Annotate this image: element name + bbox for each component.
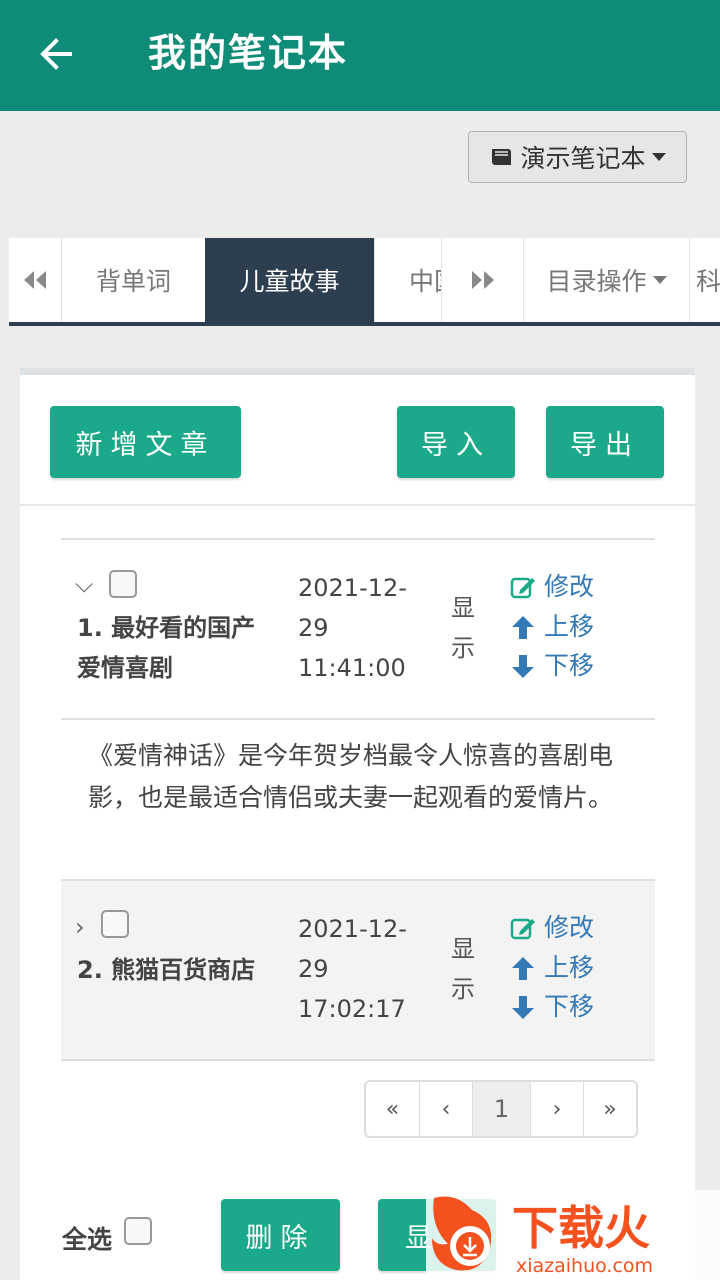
- tab-directory-actions[interactable]: 目录操作: [523, 238, 689, 322]
- new-article-button[interactable]: 新增文章: [50, 406, 241, 478]
- chevron-down-icon: [651, 153, 666, 161]
- move-up-link[interactable]: 上移: [510, 948, 594, 988]
- page-title: 我的笔记本: [148, 31, 349, 75]
- current-page[interactable]: 1: [472, 1082, 530, 1136]
- edit-link[interactable]: 修改: [510, 567, 594, 607]
- delete-button[interactable]: 删除: [221, 1199, 340, 1271]
- pagination: « ‹ 1 › »: [364, 1080, 638, 1138]
- notebook-dropdown[interactable]: 演示笔记本: [468, 131, 687, 183]
- article-title[interactable]: 1. 最好看的国产爱情喜剧: [77, 608, 257, 688]
- app-bar: 我的笔记本: [0, 0, 720, 111]
- article-date: 2021-12-29 17:02:17: [298, 915, 407, 1023]
- tab-science[interactable]: 科: [689, 238, 720, 322]
- import-button[interactable]: 导入: [397, 406, 515, 478]
- arrow-up-icon: [512, 616, 534, 639]
- move-down-link[interactable]: 下移: [510, 987, 594, 1027]
- prev-page-button[interactable]: ‹: [419, 1082, 472, 1136]
- tab-children-stories[interactable]: 儿童故事: [205, 238, 374, 322]
- scroll-right-icon[interactable]: [441, 238, 523, 322]
- edit-link[interactable]: 修改: [510, 908, 594, 948]
- select-all-label: 全选: [62, 1225, 113, 1254]
- arrow-up-icon: [512, 957, 534, 980]
- move-up-link[interactable]: 上移: [510, 607, 594, 647]
- article-status: 显示: [451, 594, 475, 662]
- watermark-logo: 下载火 xiazaihuo.com: [426, 1190, 720, 1280]
- back-arrow-icon[interactable]: [30, 26, 86, 82]
- move-down-link[interactable]: 下移: [510, 646, 594, 686]
- divider: [61, 718, 655, 720]
- category-tabbar: 背单词 儿童故事 中国 目录操作 科: [9, 238, 720, 326]
- svg-text:xiazaihuo.com: xiazaihuo.com: [516, 1255, 653, 1277]
- svg-text:下载火: 下载火: [512, 1201, 650, 1255]
- arrow-down-icon: [512, 996, 534, 1019]
- arrow-down-icon: [512, 655, 534, 678]
- edit-icon: [510, 918, 535, 940]
- table-row: ⌵ 1. 最好看的国产爱情喜剧 2021-12-29 11:41:00 显示 修…: [61, 540, 655, 718]
- chevron-right-icon[interactable]: ›: [75, 913, 85, 941]
- scroll-left-icon[interactable]: [9, 238, 61, 322]
- row-checkbox[interactable]: [109, 570, 137, 598]
- article-summary: 《爱情神话》是今年贺岁档最令人惊喜的喜剧电影，也是最适合情侣或夫妻一起观看的爱情…: [88, 741, 614, 812]
- last-page-button[interactable]: »: [583, 1082, 636, 1136]
- chevron-down-icon[interactable]: ⌵: [75, 570, 93, 598]
- article-status: 显示: [451, 935, 475, 1003]
- table-row: › 2. 熊猫百货商店 2021-12-29 17:02:17 显示 修改 上移…: [61, 881, 655, 1059]
- tab-vocabulary[interactable]: 背单词: [61, 238, 205, 322]
- article-panel: 新增文章 导入 导出: [20, 368, 695, 1280]
- edit-icon: [510, 577, 535, 599]
- article-title[interactable]: 2. 熊猫百货商店: [77, 950, 257, 990]
- chevron-down-icon: [652, 276, 667, 284]
- article-date: 2021-12-29 11:41:00: [298, 574, 407, 682]
- row-checkbox[interactable]: [101, 910, 129, 938]
- tab-china[interactable]: 中国: [374, 238, 441, 322]
- divider: [61, 1059, 655, 1061]
- first-page-button[interactable]: «: [366, 1082, 419, 1136]
- next-page-button[interactable]: ›: [530, 1082, 583, 1136]
- select-all-checkbox[interactable]: [124, 1217, 152, 1245]
- export-button[interactable]: 导出: [546, 406, 664, 478]
- divider: [20, 504, 695, 506]
- book-icon: [492, 149, 512, 165]
- notebook-dropdown-label: 演示笔记本: [520, 144, 646, 173]
